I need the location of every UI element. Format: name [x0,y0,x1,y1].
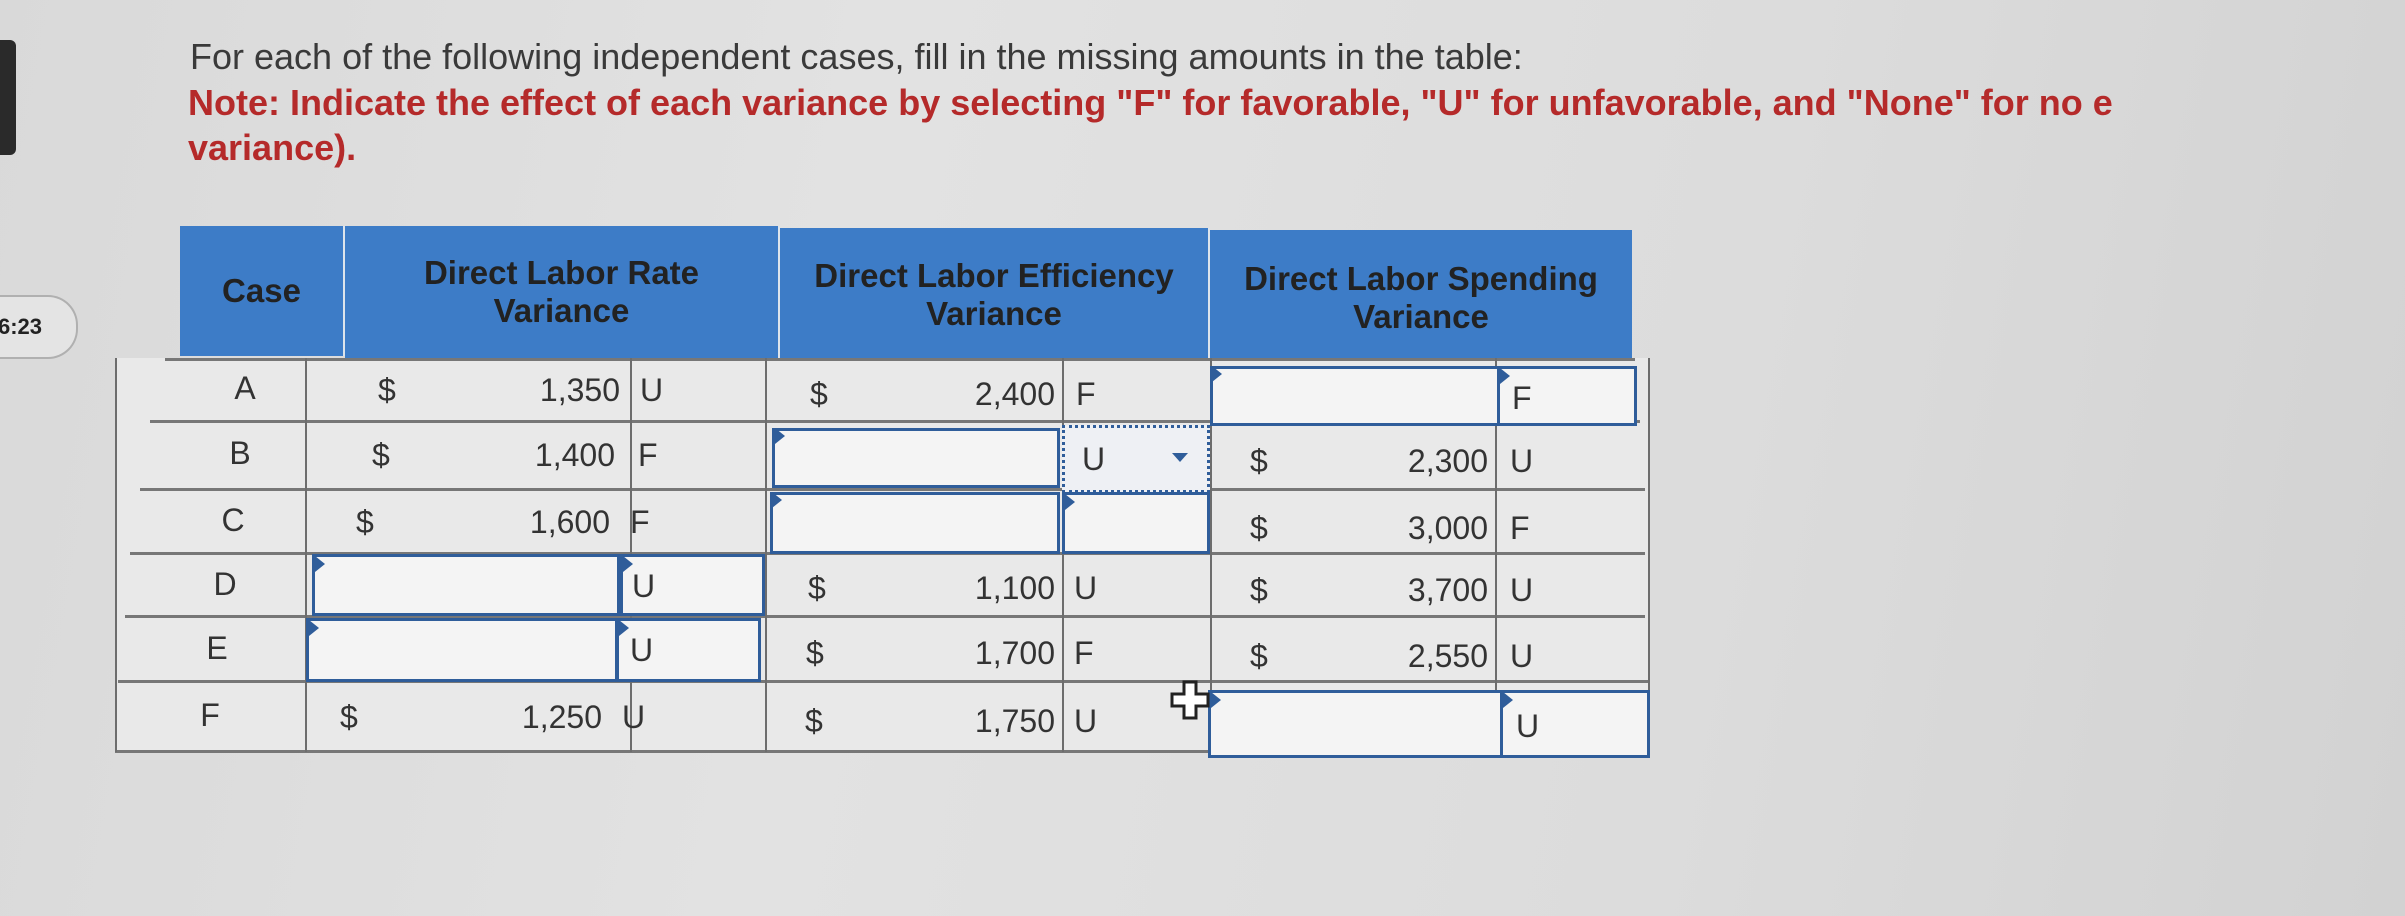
spending-amount-input[interactable] [1208,690,1503,758]
case-label: B [229,435,251,471]
instructions-intro: For each of the following independent ca… [190,36,1523,77]
header-spending-variance: Direct Labor Spending Variance [1210,230,1632,366]
spend-indicator: F [1510,510,1530,546]
spend-indicator: U [1510,572,1534,608]
rate-indicator: U [622,699,646,735]
table-left-edge [115,358,117,752]
input-flag-icon [315,556,325,572]
rate-dollar-sign: $ [340,699,358,735]
rate-amount: 1,600 [529,504,610,540]
spend-amount: 2,300 [1407,443,1488,479]
input-flag-icon [1503,692,1513,708]
rate-indicator: U [640,372,664,408]
col-divider [765,358,767,752]
eff-indicator: F [1076,376,1096,412]
dropdown-arrow-icon[interactable] [1172,453,1188,462]
case-label: A [234,370,256,406]
eff-amount: 1,100 [974,570,1055,606]
eff-dollar-sign: $ [806,635,824,671]
spend-indicator: U [1510,638,1534,674]
left-edge-bar [0,40,16,155]
input-flag-icon [619,620,629,636]
spend-amount: 3,700 [1407,572,1488,608]
row-divider [165,358,1635,361]
eff-amount: 1,700 [974,635,1055,671]
efficiency-amount-input[interactable] [770,492,1060,554]
rate-amount: 1,250 [521,699,602,735]
efficiency-indicator-value: U [1082,441,1106,477]
input-flag-icon [1065,494,1075,510]
instructions-note: Note: Indicate the effect of each varian… [188,80,2398,170]
input-flag-icon [1500,368,1510,384]
case-label: E [206,630,228,666]
spend-dollar-sign: $ [1250,638,1268,674]
col-divider [305,358,307,752]
spend-amount: 2,550 [1407,638,1488,674]
input-flag-icon [309,620,319,636]
rate-indicator: F [630,504,650,540]
timer-badge: 6:23 [0,295,78,359]
case-label: C [221,502,245,538]
eff-amount: 2,400 [974,376,1055,412]
rate-indicator: U [630,632,654,668]
row-divider [140,488,1645,491]
efficiency-amount-input[interactable] [772,428,1060,488]
rate-amount: 1,350 [539,372,620,408]
rate-indicator: U [632,568,656,604]
header-case: Case [180,226,345,356]
rate-amount: 1,400 [534,437,615,473]
timer-text: 6:23 [0,314,43,339]
eff-dollar-sign: $ [808,570,826,606]
rate-amount-input[interactable] [312,554,620,616]
case-label: D [213,566,237,602]
eff-dollar-sign: $ [810,376,828,412]
spend-amount: 3,000 [1407,510,1488,546]
rate-indicator: F [638,437,658,473]
rate-amount-input[interactable] [306,618,618,682]
case-label: F [200,697,220,733]
input-flag-icon [775,428,785,444]
eff-indicator: F [1074,635,1094,671]
eff-indicator: U [1074,703,1098,739]
rate-dollar-sign: $ [372,437,390,473]
rate-dollar-sign: $ [378,372,396,408]
input-flag-icon [1211,692,1221,708]
spend-dollar-sign: $ [1250,510,1268,546]
rate-dollar-sign: $ [356,504,374,540]
spend-indicator: U [1510,443,1534,479]
col-divider [1062,358,1064,752]
move-cursor-icon [1168,678,1212,732]
spending-indicator: F [1512,380,1532,416]
note-line-1: Note: Indicate the effect of each varian… [188,82,2113,123]
header-efficiency-variance: Direct Labor Efficiency Variance [780,228,1210,362]
spend-dollar-sign: $ [1250,572,1268,608]
spend-dollar-sign: $ [1250,443,1268,479]
efficiency-indicator-select[interactable] [1062,492,1210,554]
spending-amount-input[interactable] [1210,366,1500,426]
note-line-2: variance). [188,127,357,168]
eff-amount: 1,750 [974,703,1055,739]
input-flag-icon [1212,366,1222,382]
eff-dollar-sign: $ [805,703,823,739]
input-flag-icon [772,492,782,508]
header-rate-variance: Direct Labor Rate Variance [345,226,780,358]
spend-indicator: U [1516,708,1540,744]
eff-indicator: U [1074,570,1098,606]
